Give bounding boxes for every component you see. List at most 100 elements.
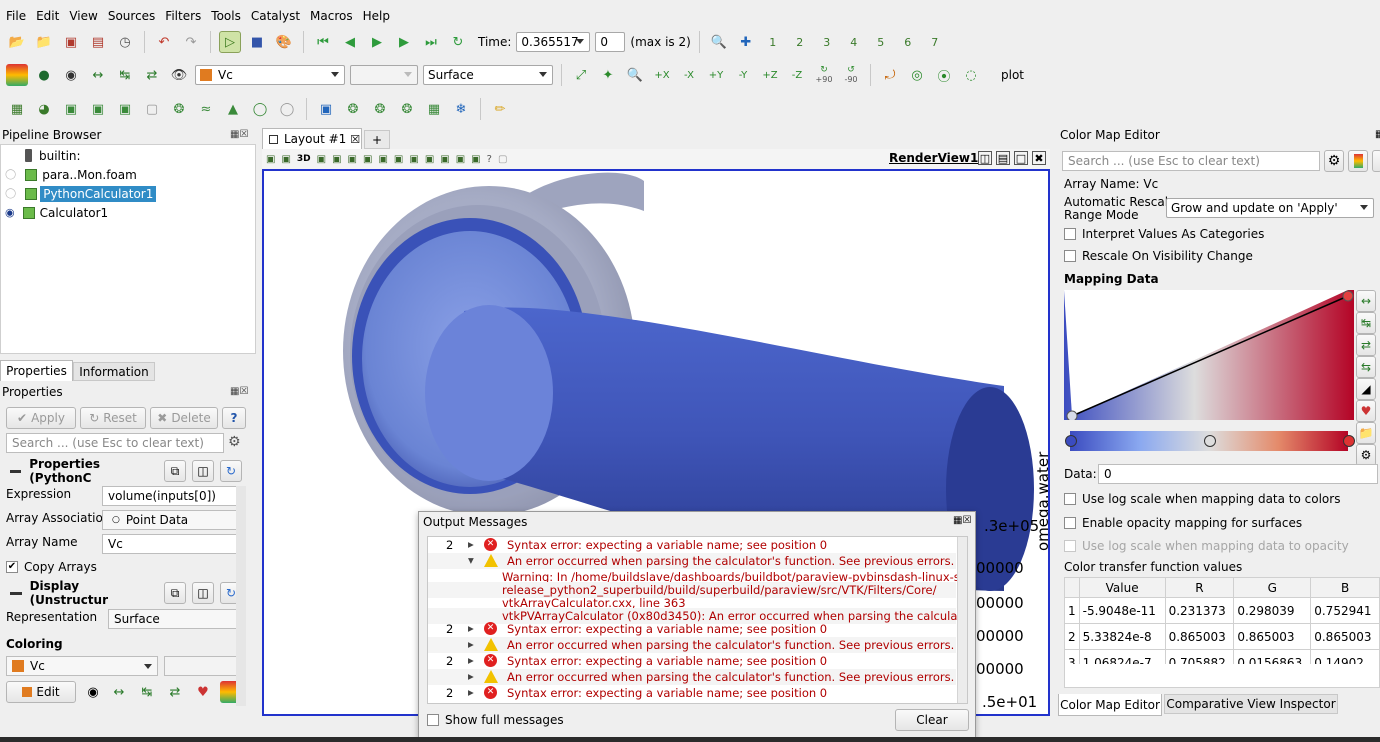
server-disconnect-icon[interactable]: ▤ xyxy=(87,31,109,53)
paste-button[interactable]: ◫ xyxy=(192,582,214,604)
plot-over-line-icon[interactable]: ❂ xyxy=(369,98,391,120)
shrink-selection-icon[interactable]: ▣ xyxy=(456,154,465,165)
rescale-visible-icon[interactable]: ⇄ xyxy=(141,64,163,86)
select-polygon-icon[interactable]: ▣ xyxy=(394,154,403,165)
message-row[interactable]: ▸ An error occurred when parsing the calc… xyxy=(428,669,956,685)
maximize-icon[interactable]: □ xyxy=(1014,151,1028,165)
column-header[interactable]: R xyxy=(1164,577,1235,598)
rescale-custom-icon[interactable]: ↔ xyxy=(87,64,109,86)
panel-close-icon[interactable]: ▦☒ xyxy=(953,515,971,526)
show-full-messages-checkbox[interactable]: Show full messages xyxy=(427,713,564,727)
message-row[interactable]: 2 ▸ ✕ Syntax error: expecting a variable na… xyxy=(428,537,956,553)
camera-icon[interactable]: ■ xyxy=(246,31,268,53)
pipeline-item-builtin[interactable]: builtin: xyxy=(25,146,81,165)
data-value-field[interactable]: 0 xyxy=(1098,464,1378,484)
color-legend-icon[interactable] xyxy=(6,64,28,86)
messages-scrollbar[interactable] xyxy=(957,537,967,703)
eye-visible-icon[interactable]: ◉ xyxy=(5,206,15,219)
color-map-editor-icon[interactable]: ● xyxy=(33,64,55,86)
trash-icon[interactable]: ▢ xyxy=(498,154,507,165)
menu-file[interactable]: File xyxy=(6,9,26,23)
camera-slot-4-icon[interactable]: 4 xyxy=(843,31,865,53)
copy-button[interactable]: ⧉ xyxy=(164,582,186,604)
copy-button[interactable]: ⧉ xyxy=(164,460,186,482)
message-row[interactable]: ▾ An error occurred when parsing the calc… xyxy=(428,553,956,569)
column-header[interactable]: G xyxy=(1233,577,1312,598)
chevron-right-icon[interactable]: ▸ xyxy=(468,669,474,683)
chevron-right-icon[interactable]: ▸ xyxy=(468,621,474,635)
extract-level-icon[interactable]: ◯ xyxy=(276,98,298,120)
clip-icon[interactable]: ▣ xyxy=(60,98,82,120)
undo-icon[interactable]: ↶ xyxy=(153,31,175,53)
chevron-right-icon[interactable]: ▸ xyxy=(468,653,474,667)
stream-tracer-icon[interactable]: ≈ xyxy=(195,98,217,120)
table-row[interactable]: 1 -5.9048e-11 0.231373 0.298039 0.752941 xyxy=(1064,597,1380,624)
table-row[interactable]: 2 5.33824e-8 0.865003 0.865003 0.865003 xyxy=(1064,623,1380,650)
add-layout-tab[interactable]: + xyxy=(364,130,390,149)
redo-icon[interactable]: ↷ xyxy=(180,31,202,53)
message-row[interactable]: 2 ▸ ✕ Syntax error: expecting a variable na… xyxy=(428,621,956,637)
center-axes-icon[interactable]: ◌ xyxy=(960,64,982,86)
rescale-temporal-icon[interactable]: ⇄ xyxy=(1356,334,1376,356)
table-cell[interactable]: 5.33824e-8 xyxy=(1078,623,1166,650)
clear-selection-icon[interactable]: ▣ xyxy=(471,154,480,165)
tab-comparative-view-inspector[interactable]: Comparative View Inspector xyxy=(1164,694,1338,714)
table-cell[interactable]: -5.9048e-11 xyxy=(1078,597,1166,624)
menu-help[interactable]: Help xyxy=(363,9,390,23)
split-horizontal-icon[interactable]: ◫ xyxy=(978,151,992,165)
table-cell[interactable]: 0.865003 xyxy=(1164,623,1235,650)
paste-button[interactable]: ◫ xyxy=(192,460,214,482)
snowflake-icon[interactable]: ❄ xyxy=(450,98,472,120)
coloring-component-combo[interactable] xyxy=(164,656,242,676)
clear-button[interactable]: Clear xyxy=(895,709,969,731)
load-state-icon[interactable]: 📁 xyxy=(33,31,55,53)
last-frame-icon[interactable]: ⏭ xyxy=(420,31,442,53)
split-vertical-icon[interactable]: ▤ xyxy=(996,151,1010,165)
column-header[interactable]: B xyxy=(1310,577,1380,598)
cme-search-input[interactable]: Search ... (use Esc to clear text) xyxy=(1062,151,1320,171)
rescale-custom-icon[interactable]: ↔ xyxy=(108,681,130,703)
camera-slot-7-icon[interactable]: 7 xyxy=(924,31,946,53)
slice-icon[interactable]: ▣ xyxy=(87,98,109,120)
properties-scrollbar[interactable] xyxy=(236,486,246,706)
representation-combo[interactable]: Surface xyxy=(423,65,553,85)
table-cell[interactable]: 0.865003 xyxy=(1310,623,1380,650)
camera-slot-2-icon[interactable]: 2 xyxy=(789,31,811,53)
eye-hidden-icon[interactable]: ◯ xyxy=(5,188,16,199)
properties-search-input[interactable]: Search ... (use Esc to clear text) xyxy=(6,433,224,453)
threshold-icon[interactable]: ▣ xyxy=(114,98,136,120)
pipeline-item-foam[interactable]: ◯ para..Mon.foam xyxy=(5,165,137,184)
color-node-handle[interactable] xyxy=(1065,435,1077,447)
menu-edit[interactable]: Edit xyxy=(36,9,59,23)
opacity-mapping-checkbox[interactable]: Enable opacity mapping for surfaces xyxy=(1064,516,1302,530)
time-value-combo[interactable]: 0.365517 xyxy=(516,32,591,52)
view-plus-y-icon[interactable]: +Y xyxy=(705,64,727,86)
rescale-visibility-checkbox[interactable]: Rescale On Visibility Change xyxy=(1064,249,1253,263)
reset-range-icon[interactable]: ◉ xyxy=(82,681,104,703)
reset-view-icon[interactable]: ▣ xyxy=(317,154,326,165)
save-default-icon[interactable] xyxy=(1372,150,1380,172)
help-button[interactable]: ? xyxy=(222,407,246,429)
menu-filters[interactable]: Filters xyxy=(165,9,201,23)
visibility-eye-icon[interactable]: 👁 xyxy=(168,64,190,86)
select-cells-icon[interactable]: ▣ xyxy=(332,154,341,165)
interact-mode-icon[interactable]: ▷ xyxy=(219,31,241,53)
message-row[interactable]: 2 ▸ ✕ Syntax error: expecting a variable na… xyxy=(428,685,956,701)
opacity-function-editor[interactable] xyxy=(1064,290,1354,420)
presets-icon[interactable]: ♥ xyxy=(1356,400,1376,422)
log-opacity-checkbox[interactable]: Use log scale when mapping data to opaci… xyxy=(1064,539,1349,553)
chevron-right-icon[interactable]: ▸ xyxy=(468,537,474,551)
camera-slot-5-icon[interactable]: 5 xyxy=(870,31,892,53)
column-header[interactable]: Value xyxy=(1078,577,1166,598)
camera-slot-3-icon[interactable]: 3 xyxy=(816,31,838,53)
rescale-custom-icon[interactable]: ↹ xyxy=(1356,312,1376,334)
find-data-icon[interactable]: ❂ xyxy=(342,98,364,120)
panel-close-icon[interactable]: ▦☒ xyxy=(230,129,248,140)
ruler-icon[interactable]: ✏ xyxy=(489,98,511,120)
color-node-handle[interactable] xyxy=(1204,435,1216,447)
probe-icon[interactable]: ❂ xyxy=(396,98,418,120)
help-icon[interactable]: ? xyxy=(487,154,492,165)
display-section-header[interactable]: Display (Unstructur xyxy=(6,579,156,607)
server-connect-icon[interactable]: ▣ xyxy=(60,31,82,53)
rescale-data-range-icon[interactable]: ↔ xyxy=(1356,290,1376,312)
